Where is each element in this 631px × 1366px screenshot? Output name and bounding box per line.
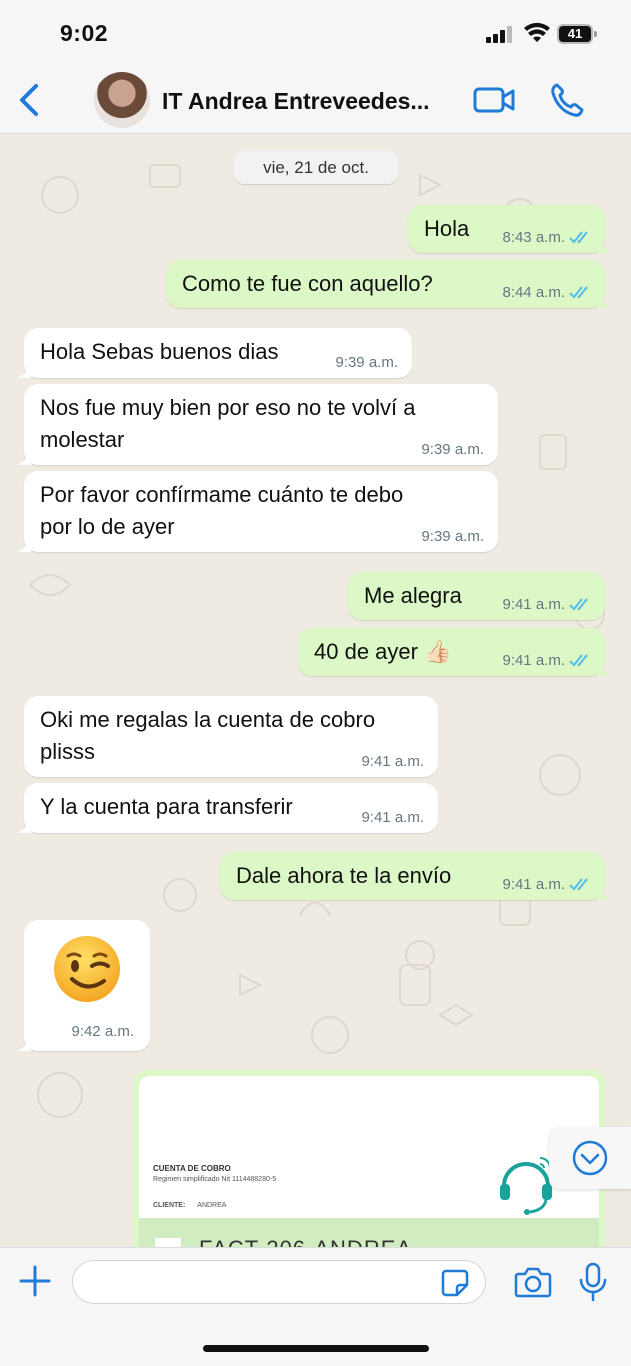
status-time: 9:02 bbox=[60, 20, 109, 46]
message-meta: 9:41 a.m. bbox=[502, 876, 591, 894]
message-text: Nos fue muy bien por eso no te volví a m… bbox=[40, 395, 416, 452]
message-text: Hola Sebas buenos dias bbox=[40, 339, 279, 364]
phone-call-icon[interactable] bbox=[550, 82, 584, 118]
scroll-down-button[interactable] bbox=[549, 1127, 631, 1189]
input-bar bbox=[0, 1247, 631, 1366]
incoming-message[interactable]: Hola Sebas buenos dias 9:39 a.m. bbox=[17, 328, 412, 378]
microphone-icon[interactable] bbox=[578, 1262, 608, 1302]
bubble-tail bbox=[17, 538, 31, 552]
bubble-tail bbox=[17, 819, 31, 833]
cellular-signal-icon bbox=[486, 26, 512, 43]
document-client-value: ANDREA bbox=[197, 1202, 227, 1209]
double-check-icon bbox=[569, 654, 588, 667]
video-call-icon[interactable] bbox=[473, 86, 515, 114]
outgoing-message[interactable]: Como te fue con aquello? 8:44 a.m. bbox=[166, 260, 612, 308]
message-time: 8:44 a.m. bbox=[502, 284, 565, 301]
message-time: 8:43 a.m. bbox=[502, 229, 565, 246]
message-time: 9:39 a.m. bbox=[421, 528, 484, 545]
home-indicator bbox=[203, 1345, 429, 1352]
document-title: CUENTA DE COBRO bbox=[153, 1164, 231, 1173]
message-text: Como te fue con aquello? bbox=[182, 271, 433, 296]
document-file-strip[interactable]: FACT-206-ANDREA- bbox=[139, 1218, 599, 1247]
message-text: Dale ahora te la envío bbox=[236, 863, 452, 888]
bubble-tail bbox=[598, 294, 612, 308]
headset-icon bbox=[500, 1157, 552, 1215]
message-meta: 9:41 a.m. bbox=[502, 596, 591, 614]
bubble-tail bbox=[598, 662, 612, 676]
document-client: CLIENTE: ANDREA bbox=[153, 1202, 226, 1209]
message-time: 9:39 a.m. bbox=[335, 354, 398, 371]
outgoing-message[interactable]: Dale ahora te la envío 9:41 a.m. bbox=[220, 852, 612, 900]
message-time: 9:41 a.m. bbox=[502, 596, 565, 613]
message-time: 9:41 a.m. bbox=[502, 876, 565, 893]
bubble-tail bbox=[17, 1037, 31, 1051]
message-text: Hola bbox=[424, 216, 470, 241]
incoming-message[interactable]: Oki me regalas la cuenta de cobro plisss… bbox=[24, 696, 438, 777]
double-check-icon bbox=[569, 286, 588, 299]
message-time: 9:42 a.m. bbox=[71, 1023, 134, 1040]
bubble-tail bbox=[598, 886, 612, 900]
document-file-name: FACT-206-ANDREA- bbox=[199, 1236, 420, 1247]
incoming-message[interactable]: Y la cuenta para transferir 9:41 a.m. bbox=[17, 783, 438, 833]
chat-area[interactable]: vie, 21 de oct. Hola 8:43 a.m. Como te f… bbox=[0, 135, 631, 1247]
double-check-icon bbox=[569, 878, 588, 891]
message-time: 9:39 a.m. bbox=[421, 441, 484, 458]
document-client-label: CLIENTE: bbox=[153, 1202, 186, 1209]
message-meta: 8:44 a.m. bbox=[502, 284, 591, 302]
camera-icon[interactable] bbox=[514, 1266, 552, 1298]
outgoing-message[interactable]: 40 de ayer 👍🏻 9:41 a.m. bbox=[298, 628, 612, 676]
sticker-icon[interactable] bbox=[440, 1268, 470, 1298]
message-meta: 9:41 a.m. bbox=[502, 652, 591, 670]
battery-icon: 41 bbox=[557, 24, 597, 44]
document-subtitle: Regimen simplificado Nit 1114488280-5 bbox=[153, 1176, 277, 1183]
message-time: 9:41 a.m. bbox=[502, 652, 565, 669]
battery-level: 41 bbox=[567, 26, 583, 41]
message-time: 9:41 a.m. bbox=[361, 753, 424, 770]
file-icon bbox=[155, 1238, 181, 1247]
message-input[interactable] bbox=[72, 1260, 486, 1304]
bubble-tail bbox=[598, 239, 612, 253]
contact-name[interactable]: IT Andrea Entreveedes... bbox=[162, 88, 452, 115]
double-check-icon bbox=[569, 231, 588, 244]
message-text: 40 de ayer 👍🏻 bbox=[314, 639, 452, 664]
message-text: Oki me regalas la cuenta de cobro plisss bbox=[40, 707, 376, 764]
avatar[interactable] bbox=[94, 72, 150, 128]
outgoing-message[interactable]: Me alegra 9:41 a.m. bbox=[348, 572, 605, 620]
wifi-icon bbox=[524, 22, 550, 42]
message-text: Me alegra bbox=[364, 583, 462, 608]
outgoing-message[interactable]: Hola 8:43 a.m. bbox=[408, 205, 612, 253]
back-chevron-icon[interactable] bbox=[14, 82, 46, 118]
wink-emoji-icon bbox=[54, 936, 120, 1002]
message-time: 9:41 a.m. bbox=[361, 809, 424, 826]
plus-icon[interactable] bbox=[18, 1264, 52, 1298]
chat-header: IT Andrea Entreveedes... bbox=[0, 68, 631, 134]
message-meta: 8:43 a.m. bbox=[502, 229, 591, 247]
bubble-tail bbox=[17, 451, 31, 465]
message-text: Y la cuenta para transferir bbox=[40, 794, 293, 819]
incoming-message[interactable]: Nos fue muy bien por eso no te volví a m… bbox=[17, 384, 498, 465]
message-text: Por favor confírmame cuánto te debo por … bbox=[40, 482, 404, 539]
status-bar: 9:02 41 bbox=[0, 0, 631, 68]
chevron-down-icon bbox=[572, 1140, 608, 1176]
bubble-tail bbox=[17, 364, 31, 378]
date-chip: vie, 21 de oct. bbox=[234, 151, 398, 184]
double-check-icon bbox=[569, 598, 588, 611]
incoming-emoji-message[interactable]: 9:42 a.m. bbox=[17, 920, 150, 1051]
incoming-message[interactable]: Por favor confírmame cuánto te debo por … bbox=[17, 471, 498, 552]
